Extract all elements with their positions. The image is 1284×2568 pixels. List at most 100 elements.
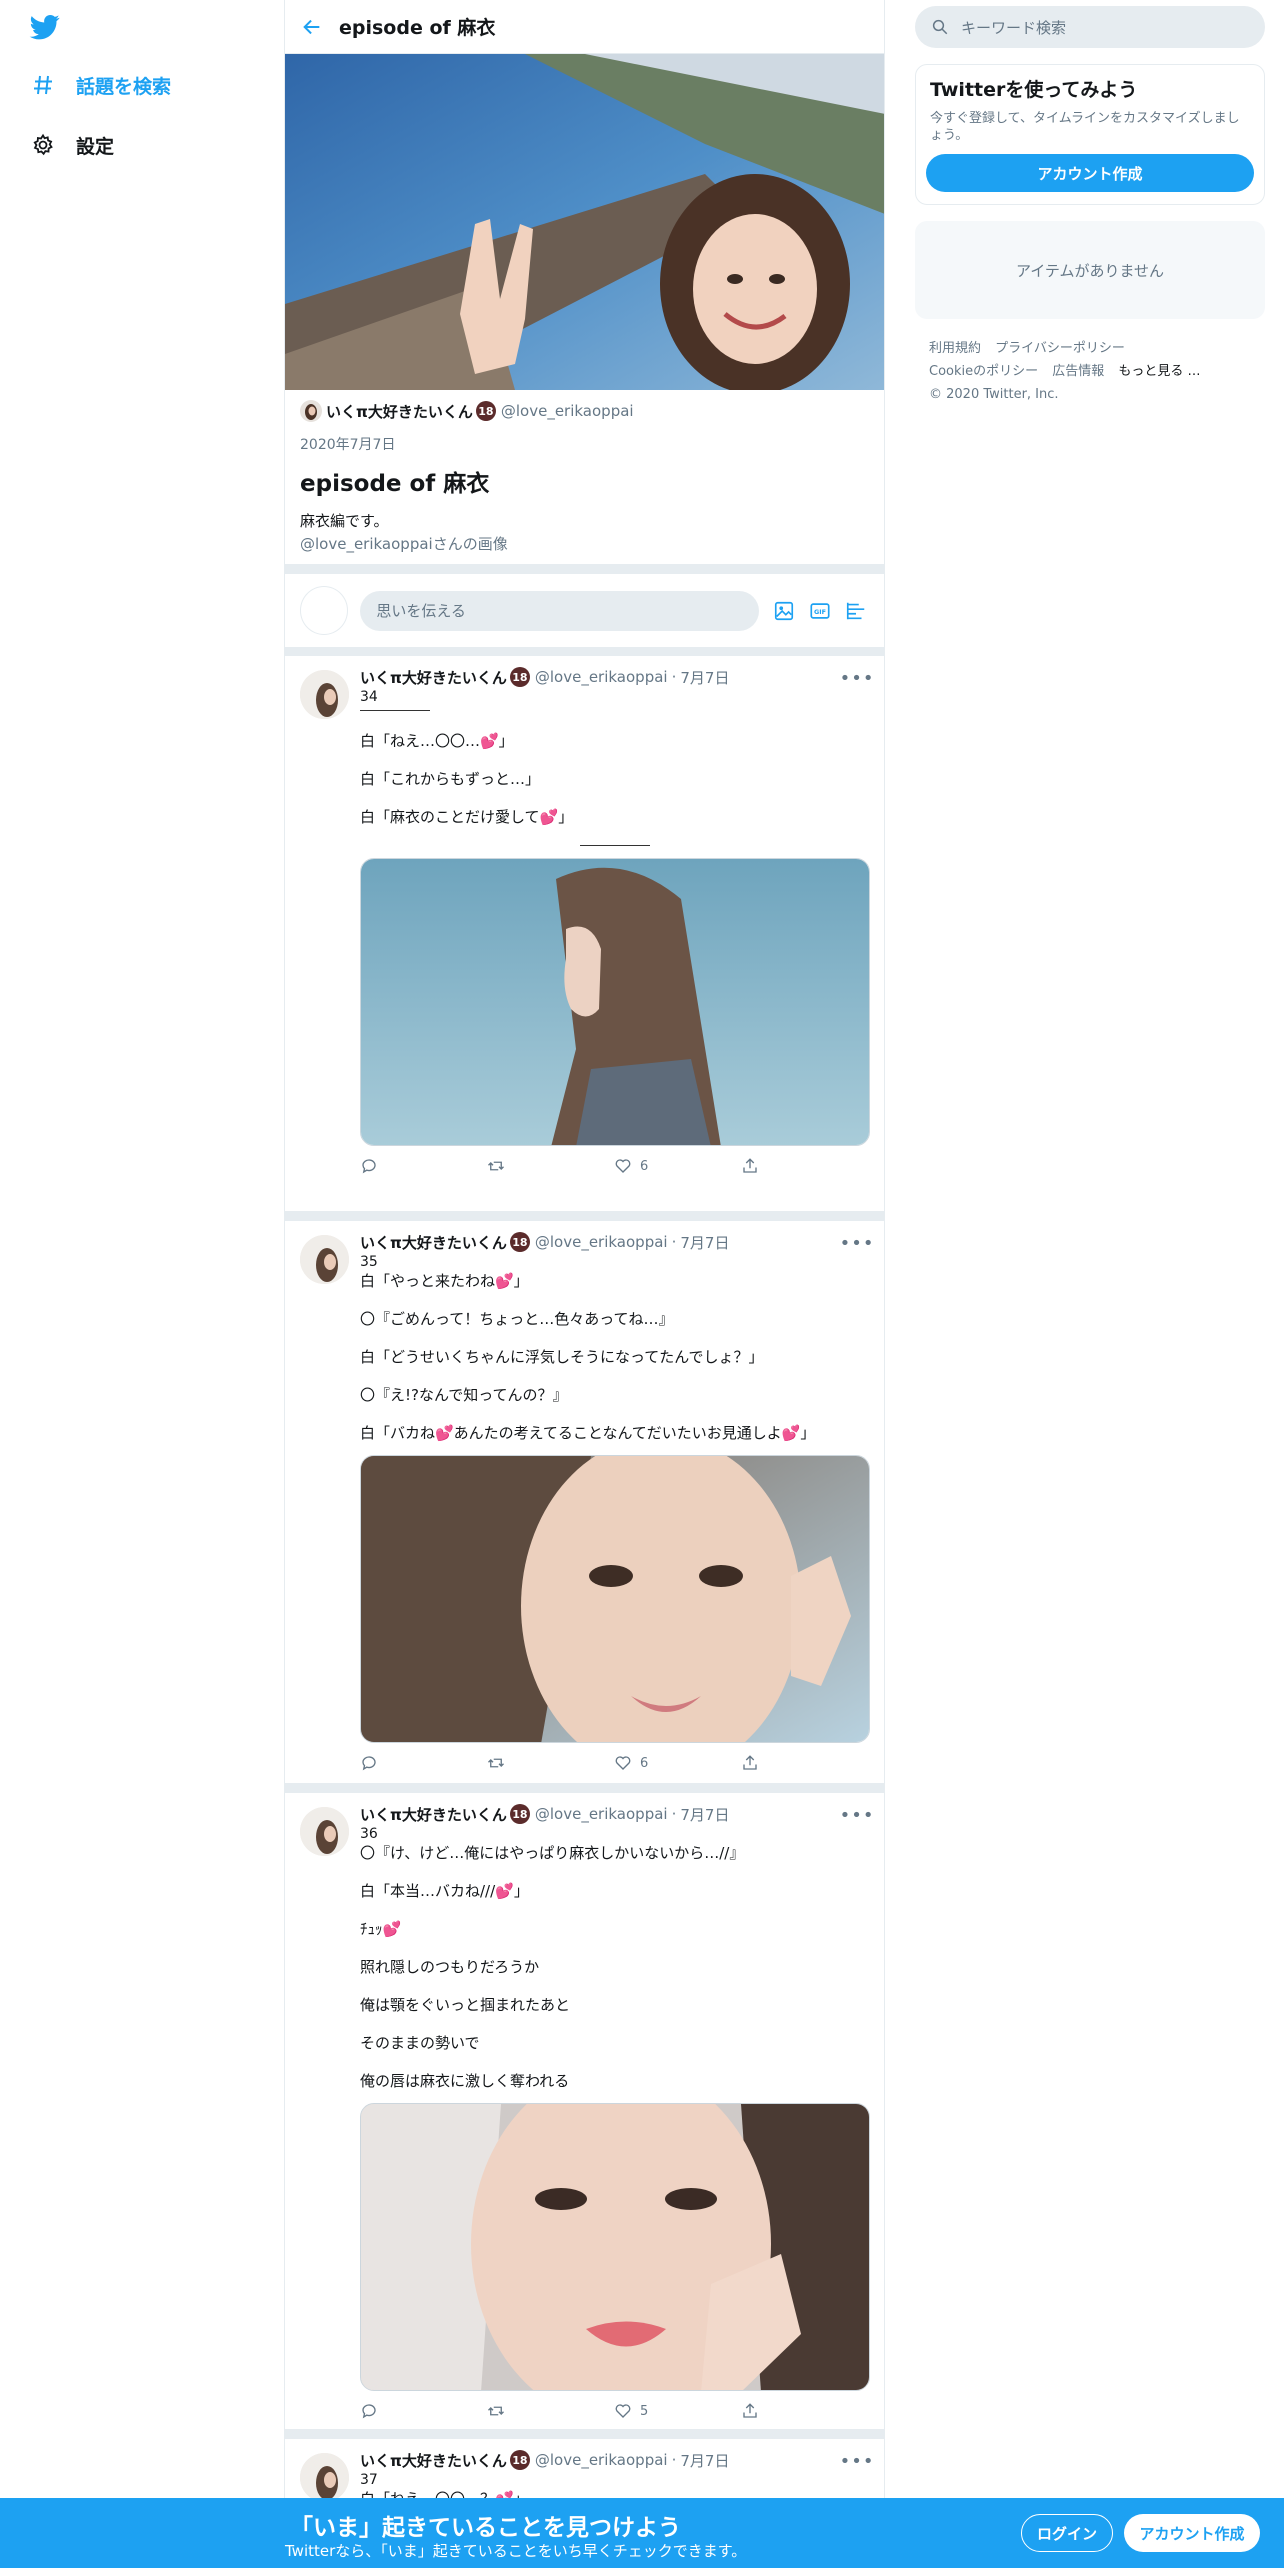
footer-link-ads[interactable]: 広告情報	[1052, 360, 1104, 383]
tweet-image[interactable]	[360, 2103, 870, 2391]
more-options-icon[interactable]: •••	[840, 668, 874, 689]
more-options-icon[interactable]: •••	[840, 1805, 874, 1826]
avatar[interactable]	[300, 670, 349, 719]
tweet-line: 照れ隠しのつもりだろうか	[360, 1958, 540, 1976]
tweet-line: 白「麻衣のことだけ愛して💕」	[360, 808, 574, 826]
retweet-button[interactable]	[487, 1754, 614, 1772]
page-title: episode of 麻衣	[339, 17, 496, 39]
like-count: 5	[640, 2403, 649, 2419]
moment-meta: いくπ大好きたいくん 18 @love_erikaoppai 2020年7月7日…	[285, 390, 884, 564]
moment-cover-image[interactable]	[285, 54, 884, 390]
left-navigation: 話題を検索 設定	[0, 0, 284, 2568]
share-icon	[743, 1158, 757, 1173]
login-button[interactable]: ログイン	[1021, 2514, 1113, 2552]
gif-icon[interactable]: GIF	[807, 598, 833, 624]
moment-author[interactable]: いくπ大好きたいくん 18 @love_erikaoppai	[300, 398, 869, 424]
reply-icon	[362, 1756, 376, 1771]
footer-links: 利用規約 プライバシーポリシー Cookieのポリシー 広告情報 もっと見る ……	[915, 337, 1265, 406]
nav-explore[interactable]: 話題を検索	[28, 65, 171, 105]
avatar[interactable]	[300, 400, 322, 422]
author-name: いくπ大好きたいくん	[326, 402, 473, 421]
avatar[interactable]	[300, 2453, 349, 2502]
nav-settings[interactable]: 設定	[28, 125, 114, 165]
gear-icon	[28, 130, 58, 160]
share-button[interactable]	[741, 2402, 868, 2420]
create-account-button[interactable]: アカウント作成	[926, 154, 1254, 192]
tweet-author-handle[interactable]: @love_erikaoppai	[535, 1805, 668, 1823]
back-arrow-icon[interactable]	[285, 0, 339, 54]
share-button[interactable]	[741, 1754, 868, 1772]
like-button[interactable]: 6	[614, 1157, 741, 1175]
tweet-line: 白「ねえ…〇〇…💕」	[360, 732, 514, 750]
footer-copyright: © 2020 Twitter, Inc.	[929, 387, 1059, 402]
avatar	[300, 586, 349, 635]
share-button[interactable]	[741, 1157, 868, 1175]
reply-button[interactable]	[360, 1754, 487, 1772]
heart-icon	[615, 2404, 631, 2418]
search-input[interactable]: キーワード検索	[915, 6, 1265, 48]
banner-subtitle: Twitterなら、「いま」起きていることをいち早くチェックできます。	[285, 2542, 747, 2560]
main-column: episode of 麻衣 いくπ大好きたいくん 18 @love_erikao…	[284, 0, 885, 2568]
reply-button[interactable]	[360, 1157, 487, 1175]
compose-input[interactable]: 思いを伝える	[360, 590, 759, 631]
tweet-author-name[interactable]: いくπ大好きたいくん	[360, 667, 507, 688]
signup-description: 今すぐ登録して、タイムラインをカスタマイズしましょう。	[930, 111, 1240, 143]
age-18-badge-icon: 18	[509, 667, 530, 687]
tweet-line: 俺の唇は麻衣に激しく奪われる	[360, 2072, 570, 2090]
tweet-number: 36	[360, 1826, 378, 1842]
tweet-author-name[interactable]: いくπ大好きたいくん	[360, 1804, 507, 1825]
image-icon[interactable]	[771, 598, 797, 624]
retweet-button[interactable]	[487, 1157, 614, 1175]
tweet-number: 37	[360, 2472, 378, 2488]
tweet-date[interactable]: 7月7日	[680, 2450, 729, 2471]
tweet-author-name[interactable]: いくπ大好きたいくん	[360, 2450, 507, 2471]
tweet-date[interactable]: 7月7日	[680, 1232, 729, 1253]
avatar[interactable]	[300, 1807, 349, 1856]
tweet[interactable]: ••• いくπ大好きたいくん 18 @love_erikaoppai · 7月7…	[285, 1221, 884, 1793]
twitter-logo-icon[interactable]	[28, 12, 62, 42]
poll-icon[interactable]	[843, 598, 869, 624]
moment-title: episode of 麻衣	[300, 471, 490, 497]
footer-link-privacy[interactable]: プライバシーポリシー	[995, 337, 1125, 360]
divider	[285, 648, 884, 656]
nav-explore-label: 話題を検索	[76, 75, 172, 98]
more-options-icon[interactable]: •••	[840, 1233, 874, 1254]
tweet[interactable]: ••• いくπ大好きたいくん 18 @love_erikaoppai · 7月7…	[285, 1793, 884, 2439]
age-18-badge-icon: 18	[475, 401, 496, 421]
tweet-line: ﾁｭｯ💕	[360, 1920, 402, 1938]
tweet[interactable]: ••• いくπ大好きたいくん 18 @love_erikaoppai · 7月7…	[285, 656, 884, 1221]
retweet-button[interactable]	[487, 2402, 614, 2420]
svg-text:GIF: GIF	[814, 607, 826, 615]
tweet-author-handle[interactable]: @love_erikaoppai	[535, 668, 668, 686]
retweet-icon	[488, 1161, 504, 1171]
tweet-date[interactable]: 7月7日	[680, 667, 729, 688]
signup-button[interactable]: アカウント作成	[1124, 2514, 1260, 2552]
page-header: episode of 麻衣	[285, 0, 884, 54]
tweet-number: 35	[360, 1254, 378, 1270]
tweet-image[interactable]	[360, 858, 870, 1146]
tweet-line: 〇『え!?なんで知ってんの？』	[360, 1386, 568, 1404]
moment-image-credit[interactable]: @love_erikaoppaiさんの画像	[300, 533, 869, 554]
like-button[interactable]: 5	[614, 2402, 741, 2420]
reply-button[interactable]	[360, 2402, 487, 2420]
age-18-badge-icon: 18	[509, 2450, 530, 2470]
footer-link-terms[interactable]: 利用規約	[929, 337, 981, 360]
nav-settings-label: 設定	[76, 135, 115, 158]
tweet-line: 白「どうせいくちゃんに浮気しそうになってたんでしょ？」	[360, 1348, 764, 1366]
reply-icon	[362, 2404, 376, 2419]
tweet-author-handle[interactable]: @love_erikaoppai	[535, 2451, 668, 2469]
moment-description: 麻衣編です。	[300, 512, 389, 530]
tweet-actions: 5	[360, 2391, 869, 2431]
tweet-image[interactable]	[360, 1455, 870, 1743]
heart-icon	[615, 1756, 631, 1770]
tweet-date[interactable]: 7月7日	[680, 1804, 729, 1825]
like-button[interactable]: 6	[614, 1754, 741, 1772]
more-options-icon[interactable]: •••	[840, 2451, 874, 2472]
tweet-author-name[interactable]: いくπ大好きたいくん	[360, 1232, 507, 1253]
footer-link-more[interactable]: もっと見る …	[1118, 360, 1200, 383]
tweet-author-handle[interactable]: @love_erikaoppai	[535, 1233, 668, 1251]
footer-link-cookies[interactable]: Cookieのポリシー	[929, 360, 1038, 383]
like-count: 6	[640, 1158, 649, 1174]
avatar[interactable]	[300, 1235, 349, 1284]
share-icon	[743, 1755, 757, 1770]
